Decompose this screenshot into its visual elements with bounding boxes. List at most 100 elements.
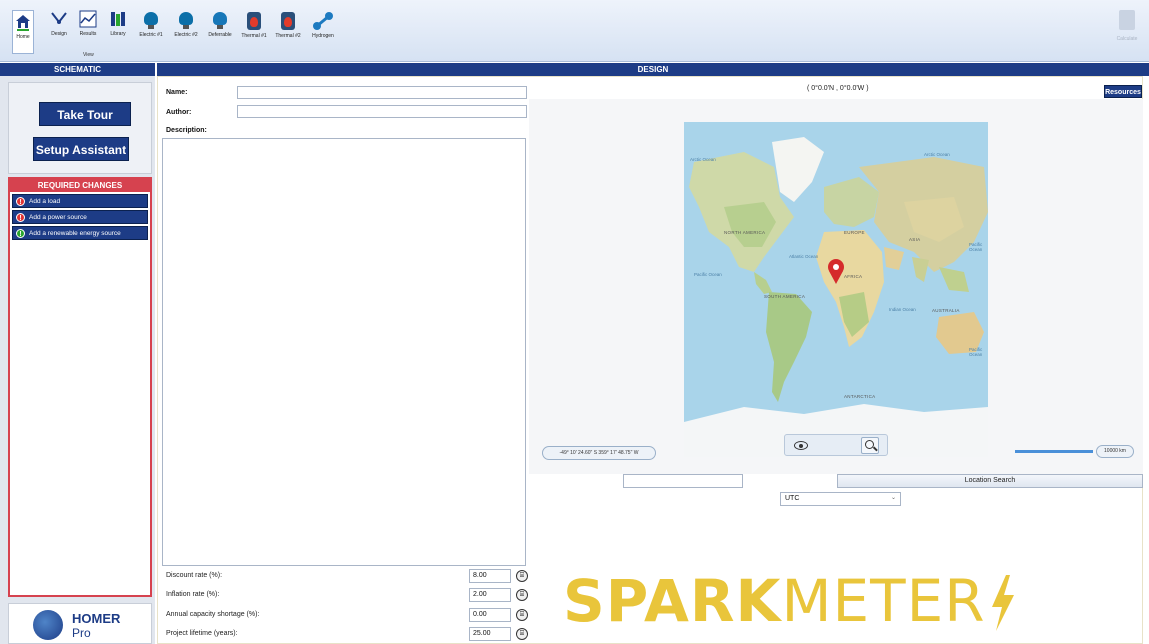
- capacity-shortage-row: Annual capacity shortage (%): 0.00 ⌸: [162, 608, 532, 624]
- required-item-add-load[interactable]: ! Add a load: [12, 194, 148, 208]
- globe-icon: [33, 610, 63, 640]
- required-item-label: Add a power source: [29, 214, 87, 221]
- author-field[interactable]: [237, 105, 527, 118]
- thermal2-button[interactable]: Thermal #2: [272, 12, 304, 39]
- project-lifetime-label: Project lifetime (years):: [166, 630, 238, 637]
- library-button[interactable]: Library: [106, 10, 130, 37]
- map-label-asia: ASIA: [909, 237, 921, 242]
- sensitivity-icon[interactable]: ⌸: [516, 570, 528, 582]
- capacity-shortage-input[interactable]: 0.00: [469, 608, 511, 622]
- electric2-button[interactable]: Electric #2: [170, 12, 202, 38]
- required-item-label: Add a load: [29, 198, 61, 205]
- home-button[interactable]: Home: [12, 10, 34, 54]
- design-header: DESIGN: [157, 63, 1149, 76]
- sensitivity-icon[interactable]: ⌸: [516, 609, 528, 621]
- calculator-icon: [1119, 10, 1135, 30]
- results-icon: [79, 10, 97, 28]
- sparkmeter-watermark: SPARKMETER: [563, 567, 1018, 644]
- map-graphic: [684, 137, 988, 457]
- tour-box: Take Tour Setup Assistant: [8, 82, 152, 174]
- map-label-pacific-ocean: Pacific Ocean: [969, 242, 983, 252]
- homer-logo-name: HOMER: [72, 611, 121, 626]
- thermal-icon: [281, 12, 295, 30]
- capacity-shortage-label: Annual capacity shortage (%):: [166, 611, 260, 618]
- inflation-rate-input[interactable]: 2.00: [469, 588, 511, 602]
- map-label-pacific-ocean: Pacific Ocean: [969, 347, 983, 357]
- world-map[interactable]: Arctic Ocean Arctic Ocean NORTH AMERICA …: [684, 122, 988, 457]
- project-lifetime-input[interactable]: 25.00: [469, 627, 511, 641]
- map-toolbar: [784, 434, 888, 456]
- name-label: Name:: [166, 89, 188, 96]
- alert-icon: !: [16, 213, 25, 222]
- location-coordinates: ( 0°0.0'N , 0°0.0'W ): [807, 85, 869, 92]
- map-label-australia: AUSTRALIA: [932, 308, 960, 313]
- required-changes-title: REQUIRED CHANGES: [10, 179, 150, 192]
- resources-button[interactable]: Resources: [1104, 85, 1142, 98]
- description-textarea[interactable]: [162, 138, 526, 566]
- hydrogen-icon: [313, 12, 333, 30]
- results-label: Results: [79, 31, 97, 37]
- thermal-icon: [247, 12, 261, 30]
- home-label: Home: [16, 34, 30, 40]
- thermal2-label: Thermal #2: [275, 33, 301, 39]
- map-label-south-america: SOUTH AMERICA: [764, 294, 806, 299]
- homer-logo: HOMER Pro: [8, 603, 152, 644]
- eye-icon[interactable]: [794, 441, 808, 450]
- ribbon: Home Design Results Library View Electri…: [0, 0, 1149, 62]
- schematic-header: SCHEMATIC: [0, 63, 155, 76]
- results-button[interactable]: Results: [76, 10, 100, 37]
- hydrogen-button[interactable]: Hydrogen: [307, 12, 339, 39]
- schematic-panel: Take Tour Setup Assistant REQUIRED CHANG…: [0, 76, 155, 644]
- calculate-button[interactable]: Calculate: [1113, 10, 1141, 56]
- map-label-europe: EUROPE: [844, 230, 865, 235]
- scale-label: 10000 km: [1096, 445, 1134, 458]
- design-panel: Name: Author: Description: Discount rate…: [157, 76, 1149, 644]
- map-label-arctic-ocean: Arctic Ocean: [690, 157, 716, 162]
- search-icon[interactable]: [861, 437, 879, 454]
- required-item-add-renewable[interactable]: ! Add a renewable energy source: [12, 226, 148, 240]
- map-label-antarctica: ANTARCTICA: [844, 394, 876, 399]
- take-tour-button[interactable]: Take Tour: [39, 102, 131, 126]
- discount-rate-input[interactable]: 8.00: [469, 569, 511, 583]
- timezone-select[interactable]: UTC ⌄: [780, 492, 901, 506]
- cursor-coordinates: -49° 10' 24.60" S 359° 17' 48.75" W: [542, 446, 656, 460]
- chevron-down-icon: ⌄: [890, 495, 896, 501]
- ok-icon: !: [16, 229, 25, 238]
- thermal1-label: Thermal #1: [241, 33, 267, 39]
- map-label-north-america: NORTH AMERICA: [724, 230, 766, 235]
- scale-bar: [1015, 450, 1093, 453]
- design-icon: [51, 12, 67, 24]
- required-changes-panel: REQUIRED CHANGES ! Add a load ! Add a po…: [8, 177, 152, 597]
- author-label: Author:: [166, 109, 192, 116]
- map-label-africa: AFRICA: [844, 274, 863, 279]
- bulb-icon: [179, 12, 193, 29]
- setup-assistant-button[interactable]: Setup Assistant: [33, 137, 129, 161]
- deferrable-bulb-icon: [213, 12, 227, 29]
- name-field[interactable]: [237, 86, 527, 99]
- electric1-button[interactable]: Electric #1: [137, 12, 165, 38]
- bulb-icon: [144, 12, 158, 29]
- lightning-bolt-icon: [991, 575, 1014, 631]
- required-item-add-power-source[interactable]: ! Add a power source: [12, 210, 148, 224]
- map-label-arctic-ocean: Arctic Ocean: [924, 152, 950, 157]
- discount-rate-label: Discount rate (%):: [166, 572, 223, 579]
- thermal1-button[interactable]: Thermal #1: [238, 12, 270, 39]
- map-label-pacific-ocean: Pacific Ocean: [694, 272, 722, 277]
- sparkmeter-bold-text: SPARK: [563, 567, 782, 635]
- location-search-input[interactable]: [623, 474, 743, 488]
- sparkmeter-thin-text: METER: [781, 567, 986, 635]
- design-button[interactable]: Design: [47, 10, 71, 37]
- description-label: Description:: [166, 127, 207, 134]
- deferrable-button[interactable]: Deferrable: [204, 12, 236, 38]
- calculate-label: Calculate: [1116, 36, 1138, 42]
- inflation-rate-row: Inflation rate (%): 2.00 ⌸: [162, 588, 532, 604]
- location-search-button[interactable]: Location Search: [837, 474, 1143, 488]
- timezone-value: UTC: [785, 495, 800, 502]
- homer-logo-sub: Pro: [72, 626, 91, 640]
- alert-icon: !: [16, 197, 25, 206]
- map-label-indian-ocean: Indian Ocean: [889, 307, 916, 312]
- inflation-rate-label: Inflation rate (%):: [166, 591, 220, 598]
- hydrogen-label: Hydrogen: [312, 33, 334, 39]
- sensitivity-icon[interactable]: ⌸: [516, 628, 528, 640]
- sensitivity-icon[interactable]: ⌸: [516, 589, 528, 601]
